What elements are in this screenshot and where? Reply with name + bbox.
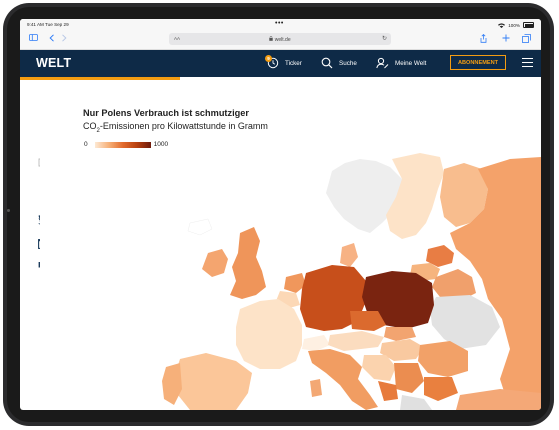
color-legend: 0 1000 <box>84 141 168 148</box>
share-icon[interactable] <box>480 33 487 46</box>
section-accent-bar <box>20 77 180 80</box>
tabs-icon[interactable] <box>522 34 531 46</box>
status-right: 100% <box>498 22 534 28</box>
battery-icon <box>523 22 534 28</box>
region-sardinia[interactable] <box>310 379 322 397</box>
reload-icon[interactable]: ↻ <box>382 35 387 42</box>
ticker-label: Ticker <box>285 60 302 67</box>
forward-icon[interactable] <box>61 34 67 45</box>
url-text: welt.de <box>169 35 391 43</box>
site-header: WELT 9 Ticker Suche Meine Welt ABONNEMEN… <box>20 50 541 77</box>
legend-max: 1000 <box>153 141 169 148</box>
clock-icon: 9 <box>265 54 279 71</box>
screen: 9:41 AM Tue Sep 29 ••• 100% AA welt.de ↻ <box>20 19 541 410</box>
address-bar[interactable]: AA welt.de ↻ <box>169 33 391 45</box>
camera-dot <box>7 209 10 212</box>
region-france[interactable] <box>236 299 302 369</box>
welt-logo[interactable]: WELT <box>36 56 71 70</box>
subtitle-suffix: -Emissionen pro Kilowattstunde in Gramm <box>99 121 268 131</box>
ticker-badge: 9 <box>265 54 272 62</box>
url-label: welt.de <box>274 37 291 43</box>
browser-toolbar: AA welt.de ↻ <box>20 30 541 50</box>
back-icon[interactable] <box>49 34 55 45</box>
search-label: Suche <box>339 60 357 67</box>
lock-icon <box>269 35 274 41</box>
subtitle-prefix: CO <box>83 121 97 131</box>
meine-welt-label: Meine Welt <box>395 60 427 67</box>
new-tab-icon[interactable] <box>502 34 510 45</box>
legend-min: 0 <box>84 141 88 148</box>
status-time: 9:41 AM Tue Sep 29 <box>27 22 69 27</box>
chart-subtitle: CO2-Emissionen pro Kilowattstunde in Gra… <box>83 121 268 134</box>
subscribe-button[interactable]: ABONNEMENT <box>450 55 506 70</box>
user-edit-icon <box>376 57 389 71</box>
meine-welt-link[interactable]: Meine Welt <box>376 50 426 77</box>
chart-title: Nur Polens Verbrauch ist schmutziger <box>83 108 249 118</box>
legend-gradient <box>94 141 151 148</box>
wifi-icon <box>498 22 506 28</box>
search-link[interactable]: Suche <box>321 50 357 77</box>
ticker-link[interactable]: 9 Ticker <box>265 50 302 77</box>
sidebar-icon[interactable] <box>29 34 38 44</box>
search-icon <box>321 57 333 71</box>
europe-map[interactable] <box>40 149 541 410</box>
hamburger-icon[interactable] <box>522 58 533 68</box>
battery-percent: 100% <box>508 22 520 28</box>
status-bar: 9:41 AM Tue Sep 29 ••• 100% <box>20 19 541 30</box>
multitask-dots[interactable]: ••• <box>275 20 284 27</box>
